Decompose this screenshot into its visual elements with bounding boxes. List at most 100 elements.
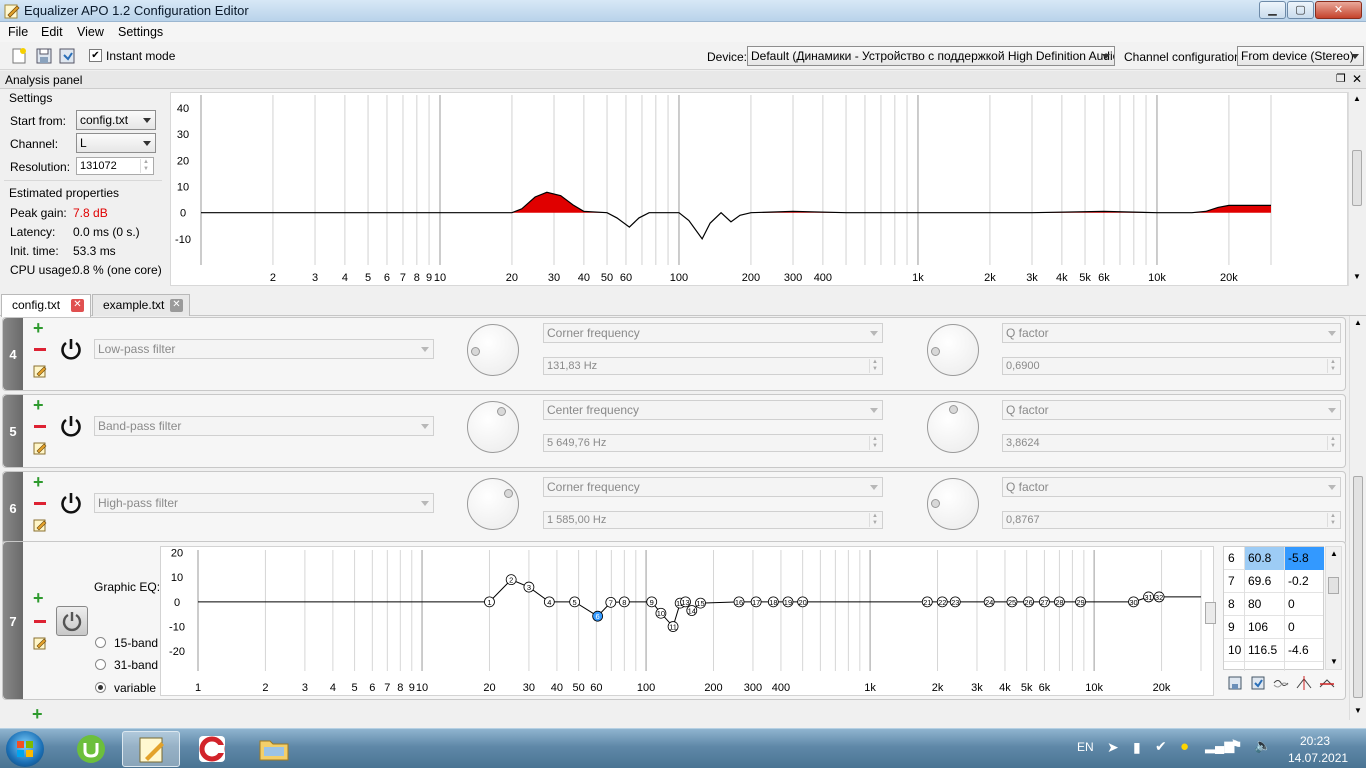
scroll-thumb[interactable] [1353, 476, 1363, 698]
param1-spinbox[interactable]: 131,83 Hz ▲ ▼ [543, 357, 883, 375]
remove-filter-icon[interactable] [34, 502, 46, 505]
q-factor-knob[interactable] [927, 478, 979, 530]
scroll-down-icon[interactable]: ▼ [1353, 272, 1361, 281]
geq-table-scrollbar[interactable]: ▲ ▼ [1325, 546, 1342, 670]
main-scrollbar[interactable]: ▲ ▼ [1349, 316, 1366, 720]
tray-arrow-icon[interactable]: ➤ [1107, 739, 1119, 756]
param2-spinbox[interactable]: 0,6900 ▲ ▼ [1002, 357, 1341, 375]
param2-spinbox[interactable]: 3,8624 ▲ ▼ [1002, 434, 1341, 452]
param2-select[interactable]: Q factor [1002, 400, 1341, 420]
table-row[interactable]: 9 106 0 [1224, 616, 1323, 639]
power-icon[interactable] [60, 492, 82, 514]
filter-type-select[interactable]: Band-pass filter [94, 416, 434, 436]
scroll-down-icon[interactable]: ▼ [1330, 657, 1338, 666]
invert-icon[interactable] [1273, 675, 1289, 691]
minimize-button[interactable]: ▁ [1259, 1, 1286, 19]
scroll-up-icon[interactable]: ▲ [1354, 318, 1362, 327]
tab-config[interactable]: config.txt ✕ [1, 294, 91, 317]
mode-variable-radio[interactable] [95, 682, 106, 693]
geq-scroll-handle[interactable] [1205, 602, 1216, 624]
undock-icon[interactable]: ❐ [1336, 72, 1346, 85]
channel-select[interactable]: L [76, 133, 156, 153]
open-file-icon[interactable] [35, 47, 53, 65]
param2-select[interactable]: Q factor [1002, 323, 1341, 343]
taskbar-equalizer-editor[interactable] [122, 731, 180, 767]
edit-icon[interactable] [33, 441, 47, 455]
add-filter-icon[interactable]: + [33, 589, 44, 607]
scroll-down-icon[interactable]: ▼ [1354, 706, 1362, 715]
filter-type-select[interactable]: Low-pass filter [94, 339, 434, 359]
channel-config-select[interactable]: From device (Stereo) [1237, 46, 1364, 66]
flag-icon[interactable]: ⚑ [1230, 737, 1243, 754]
tab-example[interactable]: example.txt ✕ [92, 294, 190, 316]
scroll-thumb[interactable] [1352, 150, 1362, 206]
menu-view[interactable]: View [77, 25, 104, 39]
frequency-knob[interactable] [467, 401, 519, 453]
param2-select[interactable]: Q factor [1002, 477, 1341, 497]
normalize-icon[interactable] [1296, 675, 1312, 691]
tray-app-icon[interactable]: ● [1180, 738, 1189, 755]
frequency-response-chart[interactable]: 2 3 4 5 6 7 8 9 10 20 30 40 50 60 100 200 300 400 1k 2k 3k 4k… [170, 92, 1348, 286]
clock-time[interactable]: 20:23 [1300, 734, 1330, 748]
param1-select[interactable]: Corner frequency [543, 477, 883, 497]
battery-icon[interactable]: ▮ [1133, 739, 1141, 756]
close-icon[interactable]: ✕ [1352, 72, 1362, 86]
spin-arrows-icon[interactable]: ▲ ▼ [869, 513, 880, 527]
clock-date[interactable]: 14.07.2021 [1288, 751, 1348, 765]
menu-settings[interactable]: Settings [118, 25, 163, 39]
edit-icon[interactable] [33, 364, 47, 378]
device-select[interactable]: Default (Динамики - Устройство с поддерж… [747, 46, 1115, 66]
graphic-eq-table[interactable]: 6 60.8 -5.8 7 69.6 -0.2 8 80 09 106 0 10 11… [1223, 546, 1324, 671]
maximize-button[interactable]: ▢ [1287, 1, 1314, 19]
taskbar-utorrent[interactable] [62, 731, 120, 767]
remove-filter-icon[interactable] [34, 620, 46, 623]
graphic-eq-chart[interactable]: 1 2 3 4 5 6 7 8 9 10 20 30 40 50 60 100 200 300 400 1k 2k 3k 4… [160, 546, 1214, 696]
spin-arrows-icon[interactable]: ▲ ▼ [869, 359, 880, 373]
volume-icon[interactable]: 🔈 [1254, 737, 1271, 754]
spin-arrows-icon[interactable]: ▲ ▼ [1327, 359, 1338, 373]
table-row[interactable]: 7 69.6 -0.2 [1224, 570, 1323, 593]
resolution-spinbox[interactable]: 131072 ▲ ▼ [76, 157, 154, 175]
reset-icon[interactable] [1319, 675, 1335, 691]
param1-select[interactable]: Corner frequency [543, 323, 883, 343]
load-icon[interactable] [1250, 675, 1266, 691]
mode-31-band-radio[interactable] [95, 659, 106, 670]
power-icon[interactable] [60, 338, 82, 360]
menu-file[interactable]: File [8, 25, 28, 39]
param1-select[interactable]: Center frequency [543, 400, 883, 420]
mode-15-band-radio[interactable] [95, 637, 106, 648]
param2-spinbox[interactable]: 0,8767 ▲ ▼ [1002, 511, 1341, 529]
new-file-icon[interactable] [10, 47, 28, 65]
power-icon[interactable] [60, 415, 82, 437]
scroll-up-icon[interactable]: ▲ [1330, 549, 1338, 558]
taskbar-explorer[interactable] [246, 731, 304, 767]
spin-arrows-icon[interactable]: ▲ ▼ [1327, 513, 1338, 527]
table-row[interactable]: 8 80 0 [1224, 593, 1323, 616]
q-factor-knob[interactable] [927, 324, 979, 376]
remove-filter-icon[interactable] [34, 425, 46, 428]
spin-arrows-icon[interactable]: ▲ ▼ [1327, 436, 1338, 450]
add-filter-icon[interactable]: + [33, 473, 44, 491]
instant-mode-checkbox[interactable]: ✔ [89, 49, 102, 62]
close-tab-icon[interactable]: ✕ [170, 299, 183, 312]
add-filter-bottom-icon[interactable]: + [32, 705, 43, 723]
language-indicator[interactable]: EN [1077, 740, 1094, 754]
frequency-knob[interactable] [467, 324, 519, 376]
spin-arrows-icon[interactable]: ▲ ▼ [869, 436, 880, 450]
remove-filter-icon[interactable] [34, 348, 46, 351]
analysis-scrollbar[interactable]: ▲ ▼ [1348, 92, 1365, 286]
spin-arrows-icon[interactable]: ▲ ▼ [140, 159, 151, 173]
start-button[interactable] [6, 731, 44, 767]
taskbar-app-c[interactable] [184, 731, 242, 767]
table-row[interactable]: 10 116.5 -4.6 [1224, 639, 1323, 662]
param1-spinbox[interactable]: 1 585,00 Hz ▲ ▼ [543, 511, 883, 529]
close-button[interactable]: ✕ [1315, 1, 1362, 19]
power-toggle-button[interactable] [56, 606, 88, 636]
save-file-icon[interactable] [58, 47, 76, 65]
menu-edit[interactable]: Edit [41, 25, 63, 39]
add-filter-icon[interactable]: + [33, 319, 44, 337]
param1-spinbox[interactable]: 5 649,76 Hz ▲ ▼ [543, 434, 883, 452]
frequency-knob[interactable] [467, 478, 519, 530]
start-from-select[interactable]: config.txt [76, 110, 156, 130]
scroll-up-icon[interactable]: ▲ [1353, 94, 1361, 103]
